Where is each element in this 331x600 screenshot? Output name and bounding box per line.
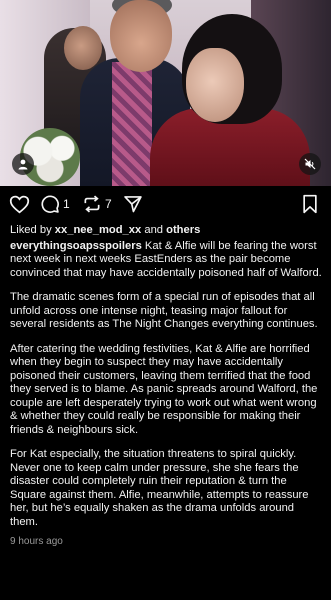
- likes-prefix: Liked by: [10, 224, 55, 236]
- comment-icon: [41, 195, 59, 213]
- repost-icon: [84, 195, 100, 213]
- save-button[interactable]: [301, 194, 319, 214]
- woman-face: [186, 48, 244, 122]
- bookmark-icon: [303, 194, 317, 214]
- caption-paragraph: For Kat especially, the situation threat…: [10, 448, 309, 528]
- user-tag-icon[interactable]: [12, 153, 34, 175]
- share-button[interactable]: [123, 194, 143, 214]
- repost-count: 7: [105, 197, 112, 211]
- send-icon: [124, 196, 142, 213]
- caption-paragraph: The dramatic scenes form of a special ru…: [10, 291, 318, 330]
- heart-icon: [9, 195, 30, 214]
- caption-paragraph: After catering the wedding festivities, …: [10, 342, 318, 436]
- likes-middle: and: [141, 224, 167, 236]
- man-shirt: [112, 62, 152, 186]
- liked-by-user-link[interactable]: xx_nee_mod_xx: [55, 224, 141, 236]
- like-button[interactable]: [9, 194, 30, 214]
- repost-button[interactable]: 7: [82, 194, 112, 214]
- background-person-head: [64, 26, 102, 70]
- comment-count: 1: [63, 197, 70, 211]
- post-caption: Liked by xx_nee_mod_xx and others everyt…: [10, 224, 322, 549]
- caption-paragraph: everythingsoapsspoilers Kat & Alfie will…: [10, 240, 322, 281]
- comment-button[interactable]: 1: [40, 194, 70, 214]
- post-media[interactable]: [0, 0, 331, 186]
- man-head: [110, 0, 172, 72]
- likes-others-link[interactable]: others: [166, 224, 200, 236]
- speaker-muted-icon[interactable]: [299, 153, 321, 175]
- post-timestamp: 9 hours ago: [10, 536, 63, 547]
- post-action-bar: 1 7: [0, 192, 331, 220]
- author-username-link[interactable]: everythingsoapsspoilers: [10, 240, 142, 252]
- likes-summary: Liked by xx_nee_mod_xx and others: [10, 224, 322, 238]
